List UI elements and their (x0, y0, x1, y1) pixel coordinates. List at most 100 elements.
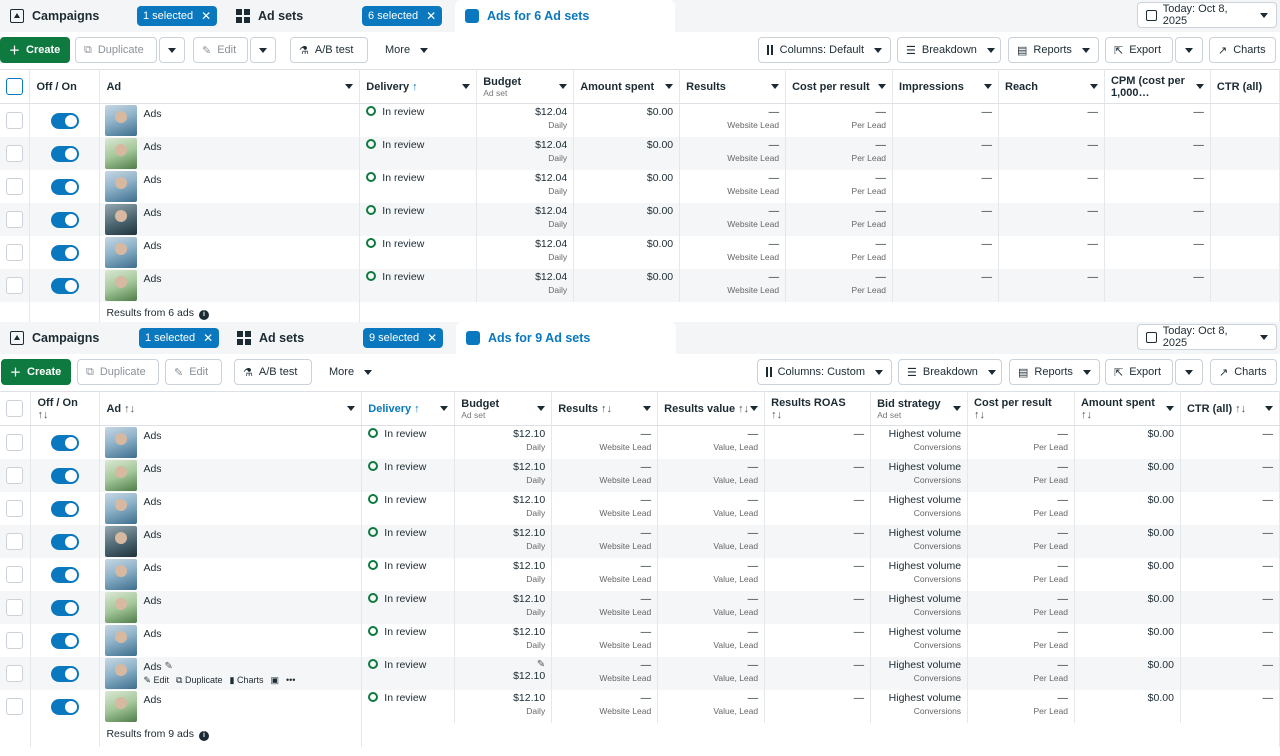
ad-toggle[interactable] (51, 698, 80, 715)
ad-toggle[interactable] (51, 599, 80, 616)
pencil-icon[interactable]: ✎ (461, 659, 545, 670)
col-budget[interactable]: Budget Ad set (476, 69, 575, 104)
duplicate-button[interactable]: ⧉ Duplicate (75, 37, 157, 63)
ad-name[interactable]: Ads (143, 430, 161, 442)
col-impressions[interactable]: Impressions (892, 69, 999, 104)
info-icon[interactable]: i (198, 310, 209, 320)
col-offon[interactable]: Off / On (29, 69, 101, 104)
chevron-down-icon[interactable] (345, 84, 354, 89)
adsets-selected-pill[interactable]: 9 selected ✕ (363, 328, 444, 348)
chevron-down-icon[interactable] (643, 406, 652, 411)
edit-button[interactable]: ✎ Edit (165, 359, 222, 385)
ad-toggle[interactable] (51, 500, 80, 517)
export-dropdown[interactable] (1175, 37, 1203, 63)
col-ctr[interactable]: CTR (all) (1210, 69, 1280, 104)
ad-name[interactable]: Ads (143, 108, 161, 120)
chevron-down-icon[interactable] (1195, 84, 1204, 89)
select-cell[interactable] (0, 656, 32, 690)
chevron-down-icon[interactable] (750, 406, 759, 411)
col-amount-spent[interactable]: Amount spent (573, 69, 681, 104)
offon-cell[interactable] (30, 425, 101, 459)
preview-icon[interactable]: ▣ (270, 675, 279, 685)
offon-cell[interactable] (30, 689, 101, 723)
row-checkbox[interactable] (6, 177, 23, 195)
offon-cell[interactable] (30, 458, 101, 492)
col-cost-per-result[interactable]: Cost per result ↑↓ (967, 391, 1075, 426)
ab-test-button[interactable]: ⚗ A/B test (290, 37, 368, 63)
ad-cell[interactable]: Ads (99, 425, 363, 459)
close-icon[interactable]: ✕ (427, 331, 437, 345)
ad-name[interactable]: Ads (143, 529, 161, 541)
col-ad[interactable]: Ad (99, 69, 361, 104)
col-results[interactable]: Results ↑↓ (551, 391, 659, 426)
ad-name[interactable]: Ads (143, 141, 161, 153)
select-cell[interactable] (0, 202, 31, 236)
select-all-checkbox[interactable] (6, 400, 23, 417)
table-row[interactable]: Ads In review $12.04 Daily $0.00— Website Lea… (0, 235, 1280, 269)
select-cell[interactable] (0, 590, 32, 624)
date-range-picker[interactable]: Today: Oct 8, 2025 (1137, 2, 1277, 28)
row-checkbox[interactable] (6, 598, 23, 616)
ad-name[interactable]: Ads (143, 496, 161, 508)
ad-toggle[interactable] (51, 632, 80, 649)
charts-action[interactable]: ▮ Charts (229, 675, 263, 685)
row-checkbox[interactable] (6, 243, 23, 261)
offon-cell[interactable] (30, 524, 101, 558)
table-row[interactable]: Ads In review $12.10 Daily — Website Lead — Val… (0, 557, 1280, 591)
ad-cell[interactable]: Ads (99, 524, 363, 558)
offon-cell[interactable] (29, 202, 101, 236)
table-row[interactable]: Ads In review $12.04 Daily $0.00— Website Lea… (0, 103, 1280, 137)
chevron-down-icon[interactable] (559, 84, 568, 89)
ad-toggle[interactable] (51, 566, 80, 583)
breakdown-button[interactable]: ☰ Breakdown (897, 37, 1001, 63)
breakdown-button[interactable]: ☰ Breakdown (898, 359, 1002, 385)
ad-toggle[interactable] (51, 467, 80, 484)
close-icon[interactable]: ✕ (426, 9, 436, 23)
ad-toggle[interactable] (50, 277, 79, 294)
ad-name[interactable]: Ads (143, 562, 161, 574)
ad-cell[interactable]: Ads (99, 590, 363, 624)
col-budget[interactable]: Budget Ad set (454, 391, 553, 426)
row-checkbox[interactable] (6, 631, 23, 649)
chevron-down-icon[interactable] (1165, 406, 1174, 411)
col-amount-spent[interactable]: Amount spent ↑↓ (1074, 391, 1181, 426)
row-checkbox[interactable] (6, 210, 23, 228)
col-cpm[interactable]: CPM (cost per 1,000… (1104, 69, 1211, 104)
create-button[interactable]: ＋ Create (1, 359, 71, 385)
col-reach[interactable]: Reach (998, 69, 1105, 104)
ad-cell[interactable]: Ads (99, 689, 363, 723)
table-row[interactable]: Ads In review $12.10 Daily — Website Lead — Val… (0, 491, 1280, 525)
table-row[interactable]: Ads In review $12.10 Daily — Website Lead — Val… (0, 689, 1280, 723)
select-cell[interactable] (0, 425, 32, 459)
row-checkbox[interactable] (6, 434, 23, 451)
offon-cell[interactable] (30, 491, 101, 525)
col-results-value[interactable]: Results value ↑↓ (657, 391, 766, 426)
close-icon[interactable]: ✕ (203, 331, 213, 345)
reports-button[interactable]: ▤ Reports (1008, 37, 1099, 63)
close-icon[interactable]: ✕ (201, 9, 211, 23)
ad-cell[interactable]: Ads ✎ ✎ Edit ⧉ Duplicate ▮ Charts ▣ ••• (99, 656, 363, 690)
table-row[interactable]: Ads ✎ ✎ Edit ⧉ Duplicate ▮ Charts ▣ ••• In revi… (0, 656, 1280, 690)
select-cell[interactable] (0, 268, 31, 302)
col-bid-strategy[interactable]: Bid strategy Ad set (870, 391, 969, 426)
export-dropdown[interactable] (1175, 359, 1203, 385)
chevron-down-icon[interactable] (1089, 84, 1098, 89)
chevron-down-icon[interactable] (537, 406, 546, 411)
ad-cell[interactable]: Ads (99, 235, 361, 269)
col-delivery[interactable]: Delivery ↑ (359, 69, 478, 104)
more-actions[interactable]: ••• (286, 675, 295, 685)
edit-dropdown[interactable] (250, 37, 276, 63)
col-ctr[interactable]: CTR (all) ↑↓ (1180, 391, 1280, 426)
ad-toggle[interactable] (50, 244, 79, 261)
more-button[interactable]: More (376, 37, 436, 63)
charts-button[interactable]: ↗ Charts (1209, 37, 1276, 63)
row-checkbox[interactable] (6, 276, 23, 294)
campaigns-selected-pill[interactable]: 1 selected ✕ (139, 328, 220, 348)
edit-action[interactable]: ✎ Edit (143, 675, 169, 685)
row-checkbox[interactable] (6, 664, 23, 682)
select-cell[interactable] (0, 458, 32, 492)
offon-cell[interactable] (30, 623, 101, 657)
row-checkbox[interactable] (6, 499, 23, 517)
ad-toggle[interactable] (51, 533, 80, 550)
ad-toggle[interactable] (51, 435, 80, 451)
